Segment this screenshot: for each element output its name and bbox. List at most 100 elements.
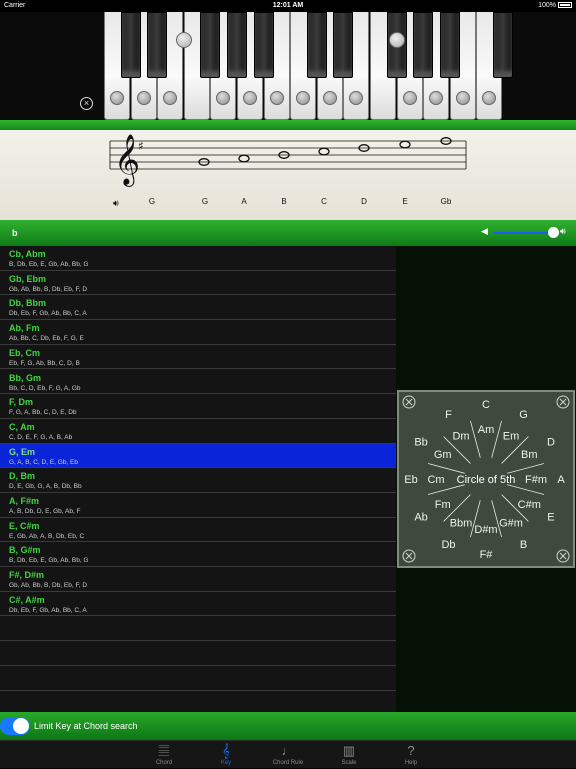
staff-note-label: G bbox=[148, 197, 156, 206]
circle-of-fifths-panel[interactable]: C G D A E B F# Db Ab Eb Bb F Am Em Bm F#m C#m G#m D#m Bbm Fm… bbox=[397, 390, 575, 568]
volume-slider[interactable]: ◀ 🔊︎ bbox=[481, 226, 573, 240]
key-name: E, C#m bbox=[9, 520, 40, 531]
black-key[interactable] bbox=[439, 12, 460, 78]
key-scale-notes: E, Gb, Ab, A, B, Db, Eb, C bbox=[9, 532, 85, 540]
key-name: B, G#m bbox=[9, 545, 41, 556]
major-key-label[interactable]: Ab bbox=[414, 512, 427, 524]
minor-key-label[interactable]: Dm bbox=[452, 431, 469, 443]
circle-spoke bbox=[427, 484, 465, 495]
black-key[interactable] bbox=[333, 12, 354, 78]
black-key[interactable] bbox=[253, 12, 274, 78]
limit-key-bar: Limit Key at Chord search bbox=[0, 712, 576, 740]
clock: 12:01 AM bbox=[272, 2, 304, 9]
key-scale-notes: Ab, Bb, C, Db, Eb, F, G, E bbox=[9, 335, 84, 343]
tab-bar: 𝄚 Chord 𝄞 Key ♩ Chord Rule ▥ Scale ? Help bbox=[0, 740, 576, 768]
minor-key-label[interactable]: Am bbox=[478, 424, 495, 436]
key-name: Ab, Fm bbox=[9, 323, 40, 334]
staff-note bbox=[318, 147, 330, 156]
tab-label: Key bbox=[220, 760, 232, 766]
limit-key-toggle[interactable] bbox=[0, 717, 30, 735]
treble-clef-icon: 𝄞 bbox=[114, 134, 140, 187]
key-list-item[interactable]: C#, A#m Db, Eb, F, Gb, Ab, Bb, C, A bbox=[0, 592, 396, 617]
major-key-label[interactable]: G bbox=[519, 409, 528, 421]
minor-key-label[interactable]: G#m bbox=[499, 517, 523, 529]
keyboard-divider bbox=[0, 120, 576, 130]
major-key-label[interactable]: C bbox=[482, 399, 490, 411]
key-name: A, F#m bbox=[9, 496, 40, 506]
major-key-label[interactable]: F# bbox=[480, 549, 494, 561]
black-key[interactable] bbox=[120, 12, 141, 78]
key-list[interactable]: Cb, Abm B, Db, Eb, E, Gb, Ab, Bb, G Gb, Eb… bbox=[0, 246, 396, 716]
play-sound-icon[interactable]: 🔊︎ bbox=[113, 198, 119, 209]
black-key[interactable] bbox=[493, 12, 513, 78]
minor-key-label[interactable]: Bbm bbox=[450, 517, 473, 529]
tab-scale[interactable]: ▥ Scale bbox=[319, 741, 379, 769]
key-list-item[interactable]: A, F#m A, B, Db, D, E, Gb, Ab, F bbox=[0, 493, 396, 518]
black-key[interactable] bbox=[200, 12, 221, 78]
key-list-item[interactable]: F, Dm F, G, A, Bb, C, D, E, Db bbox=[0, 394, 396, 419]
key-name: Db, Bbm bbox=[9, 298, 46, 309]
close-icon[interactable] bbox=[556, 395, 570, 409]
key-scale-notes: Bb, C, D, Eb, F, G, A, Gb bbox=[9, 384, 81, 392]
minor-key-label[interactable]: Fm bbox=[435, 499, 451, 511]
empty-list-row bbox=[0, 617, 396, 642]
toggle-knob bbox=[13, 718, 29, 734]
volume-knob[interactable] bbox=[548, 227, 559, 238]
sharp-sign: ♯ bbox=[138, 139, 144, 153]
chord-rule-icon: ♩ bbox=[281, 743, 295, 758]
key-list-item[interactable]: Eb, Cm Eb, F, G, Ab, Bb, C, D, B bbox=[0, 345, 396, 370]
key-list-item[interactable]: F#, D#m Gb, Ab, Bb, B, Db, Eb, F, D bbox=[0, 567, 396, 592]
key-list-item[interactable]: C, Am C, D, E, F, G, A, B, Ab bbox=[0, 419, 396, 444]
key-list-item[interactable]: G, Em G, A, B, C, D, E, Gb, Eb bbox=[0, 443, 396, 469]
tab-help[interactable]: ? Help bbox=[381, 741, 441, 769]
key-scale-notes: B, Db, Eb, E, Gb, Ab, Bb, G bbox=[9, 557, 89, 565]
close-icon[interactable] bbox=[402, 549, 416, 563]
key-name: G, Em bbox=[9, 446, 36, 457]
minor-key-label[interactable]: Bm bbox=[521, 449, 538, 461]
volume-track[interactable] bbox=[493, 232, 553, 234]
piano-keyboard[interactable] bbox=[104, 12, 513, 120]
tab-label: Chord bbox=[155, 760, 173, 766]
key-list-item[interactable]: Db, Bbm Db, Eb, F, Gb, Ab, Bb, C, A bbox=[0, 295, 396, 321]
minor-key-label[interactable]: F#m bbox=[525, 474, 547, 486]
key-list-item[interactable]: B, G#m B, Db, Eb, E, Gb, Ab, Bb, G bbox=[0, 542, 396, 568]
tab-chord[interactable]: 𝄚 Chord bbox=[134, 741, 194, 769]
volume-high-icon: 🔊︎ bbox=[560, 226, 566, 236]
minor-key-label[interactable]: C#m bbox=[518, 499, 541, 511]
scale-note-marker bbox=[388, 32, 405, 48]
minor-key-label[interactable]: D#m bbox=[474, 524, 497, 536]
close-keyboard-icon[interactable]: × bbox=[80, 97, 93, 110]
key-scale-notes: G, A, B, C, D, E, Gb, Eb bbox=[9, 458, 78, 466]
key-list-item[interactable]: D, Bm D, E, Gb, G, A, B, Db, Bb bbox=[0, 468, 396, 493]
key-list-item[interactable]: Ab, Fm Ab, Bb, C, Db, Eb, F, G, E bbox=[0, 320, 396, 345]
minor-key-label[interactable]: Cm bbox=[427, 474, 444, 486]
minor-key-label[interactable]: Em bbox=[503, 431, 520, 443]
key-list-item[interactable]: E, C#m E, Gb, Ab, A, B, Db, Eb, C bbox=[0, 518, 396, 543]
piano-keyboard-area: × bbox=[0, 12, 576, 120]
major-key-label[interactable]: Db bbox=[441, 539, 455, 551]
major-key-label[interactable]: Eb bbox=[404, 474, 417, 486]
close-icon[interactable] bbox=[402, 395, 416, 409]
black-key[interactable] bbox=[306, 12, 327, 78]
key-name: F#, D#m bbox=[9, 570, 45, 581]
tab-chord-rule[interactable]: ♩ Chord Rule bbox=[258, 741, 318, 769]
key-marker bbox=[322, 91, 337, 105]
black-key[interactable] bbox=[413, 12, 434, 78]
major-key-label[interactable]: F bbox=[445, 409, 452, 421]
staff-note-label: G bbox=[201, 197, 209, 206]
close-icon[interactable] bbox=[556, 549, 570, 563]
major-key-label[interactable]: A bbox=[557, 474, 565, 486]
tab-key[interactable]: 𝄞 Key bbox=[196, 741, 256, 769]
limit-key-label: Limit Key at Chord search bbox=[34, 721, 138, 731]
key-list-item[interactable]: Gb, Ebm Gb, Ab, Bb, B, Db, Eb, F, D bbox=[0, 271, 396, 296]
major-key-label[interactable]: B bbox=[520, 539, 527, 551]
circle-spoke bbox=[507, 463, 545, 474]
black-key[interactable] bbox=[227, 12, 247, 78]
black-key[interactable] bbox=[147, 12, 168, 78]
major-key-label[interactable]: E bbox=[547, 512, 554, 524]
major-key-label[interactable]: D bbox=[547, 437, 555, 449]
key-list-item[interactable]: Cb, Abm B, Db, Eb, E, Gb, Ab, Bb, G bbox=[0, 246, 396, 271]
major-key-label[interactable]: Bb bbox=[414, 437, 427, 449]
key-list-item[interactable]: Bb, Gm Bb, C, D, Eb, F, G, A, Gb bbox=[0, 370, 396, 395]
minor-key-label[interactable]: Gm bbox=[434, 449, 452, 461]
